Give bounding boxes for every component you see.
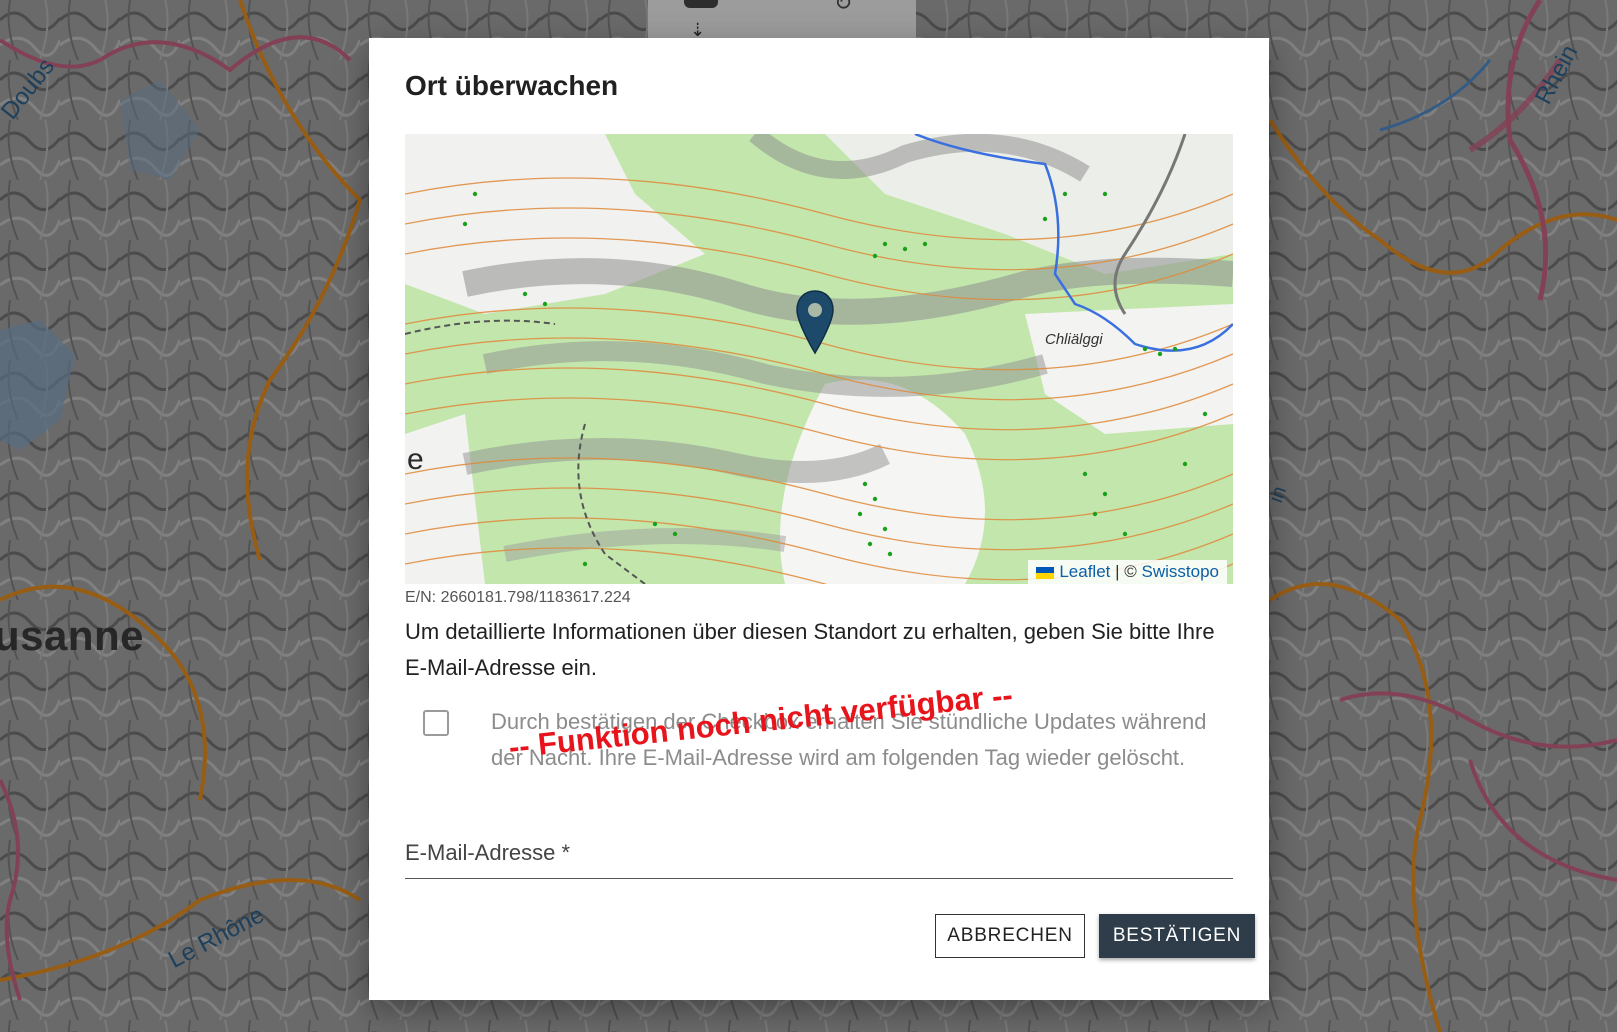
map-edge-label: e: [407, 443, 424, 476]
swisstopo-link[interactable]: Swisstopo: [1142, 562, 1219, 581]
location-minimap[interactable]: Chliälggi e Leaflet | © Swisstopo: [405, 134, 1233, 584]
map-attribution: Leaflet | © Swisstopo: [1028, 560, 1227, 584]
email-field[interactable]: E-Mail-Adresse *: [405, 834, 1233, 879]
coordinates-text: E/N: 2660181.798/1183617.224: [405, 589, 631, 606]
dialog-title: Ort überwachen: [405, 70, 619, 101]
email-field-label: E-Mail-Adresse *: [405, 840, 571, 865]
hourly-updates-checkbox[interactable]: [423, 710, 449, 736]
refresh-icon: ↻: [834, 0, 853, 15]
confirm-button[interactable]: BESTÄTIGEN: [1099, 914, 1255, 958]
map-top-control[interactable]: ⇣ ↻: [648, 0, 916, 40]
info-text: Um detaillierte Informationen über diese…: [405, 619, 1215, 680]
ukraine-flag-icon: [1036, 566, 1055, 579]
cancel-button[interactable]: ABBRECHEN: [935, 914, 1085, 958]
attribution-separator: | ©: [1110, 562, 1142, 581]
monitor-location-dialog: Ort überwachen Chliälggi e Leaflet | © S…: [369, 38, 1269, 1000]
map-place-label: Chliälggi: [1045, 331, 1103, 348]
map-marker-icon[interactable]: [795, 289, 835, 355]
layer-icon: [684, 0, 718, 8]
leaflet-link[interactable]: Leaflet: [1059, 562, 1110, 581]
